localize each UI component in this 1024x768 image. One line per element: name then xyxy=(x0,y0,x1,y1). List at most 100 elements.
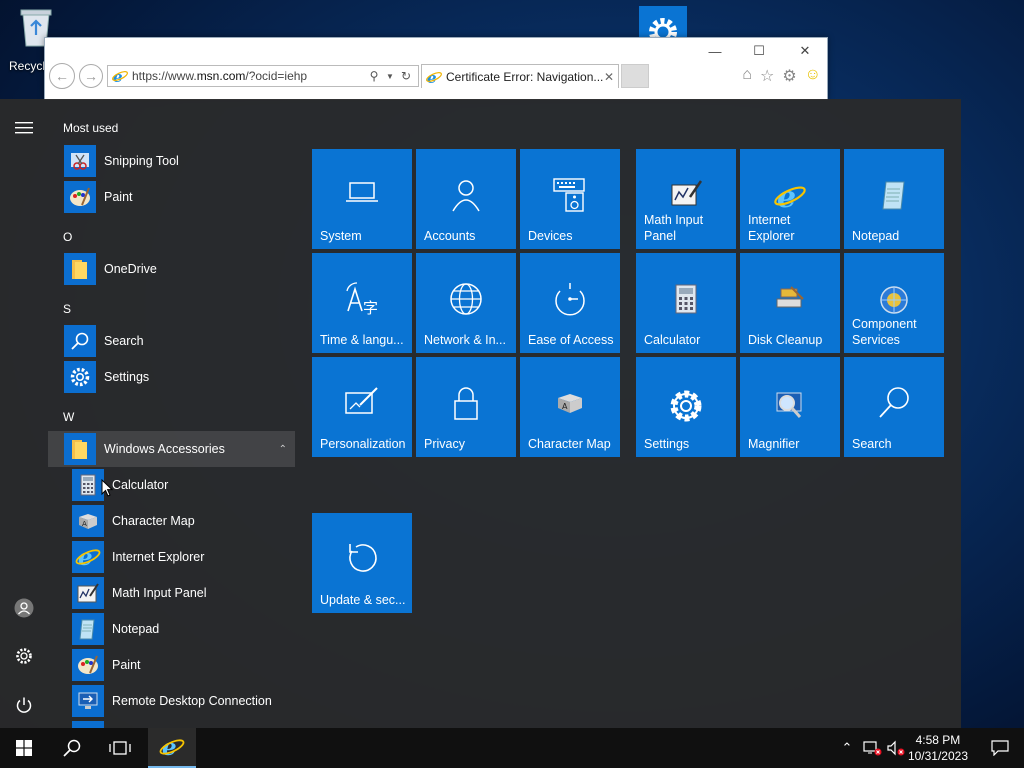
section-letter-o[interactable]: O xyxy=(63,230,72,244)
search-icon[interactable]: ⚲ xyxy=(366,69,382,83)
app-math-input-panel[interactable]: Math Input Panel xyxy=(72,577,298,609)
tile-update-security[interactable]: Update & sec... xyxy=(312,513,412,613)
tile-disk-cleanup[interactable]: Disk Cleanup xyxy=(740,253,840,353)
clock-date: 10/31/2023 xyxy=(907,749,968,763)
tile-settings[interactable]: Settings xyxy=(636,357,736,457)
app-paint-accessory[interactable]: Paint xyxy=(72,649,298,681)
network-status-button[interactable] xyxy=(860,728,884,768)
update-icon xyxy=(349,544,377,572)
settings-button[interactable] xyxy=(0,636,48,676)
tile-notepad[interactable]: Notepad xyxy=(844,149,944,249)
tile-component-services[interactable]: Component Services xyxy=(844,253,944,353)
chevron-up-icon: ⌃ xyxy=(841,740,853,755)
forward-arrow-icon: → xyxy=(84,68,98,84)
power-button[interactable] xyxy=(0,685,48,725)
minimize-icon: — xyxy=(708,43,722,59)
clock[interactable]: 4:58 PM 10/31/2023 xyxy=(908,732,968,764)
close-button[interactable]: ✕ xyxy=(793,42,817,60)
ie-icon: e xyxy=(774,180,806,213)
math-input-icon xyxy=(671,180,703,206)
tile-calculator[interactable]: Calculator xyxy=(636,253,736,353)
notepad-icon xyxy=(882,181,905,210)
app-paint[interactable]: Paint xyxy=(64,181,294,213)
tools-gear-icon[interactable]: ⚙ xyxy=(782,66,796,86)
calculator-icon xyxy=(72,469,104,501)
section-letter-s[interactable]: S xyxy=(63,302,71,316)
app-windows-accessories[interactable]: Windows Accessories ⌃ xyxy=(48,431,295,467)
section-letter-w[interactable]: W xyxy=(63,410,74,424)
navigation-bar: ← → e https://www.msn.com/?ocid=iehp ⚲ ▼… xyxy=(45,62,827,90)
close-tab-icon[interactable]: ✕ xyxy=(604,70,614,84)
app-settings[interactable]: Settings xyxy=(64,361,294,393)
app-list[interactable]: Most used Snipping Tool Paint O OneDrive… xyxy=(48,99,298,728)
app-notepad[interactable]: Notepad xyxy=(72,613,298,645)
internet-explorer-window[interactable]: — ☐ ✕ ← → e https://www.msn.com/?ocid=ie… xyxy=(44,37,828,100)
volume-button[interactable] xyxy=(884,728,908,768)
title-bar[interactable]: — ☐ ✕ xyxy=(45,38,827,64)
tile-system[interactable]: System xyxy=(312,149,412,249)
feedback-smiley-icon[interactable]: ☺ xyxy=(805,66,821,86)
browser-tab[interactable]: e Certificate Error: Navigation... ✕ xyxy=(421,64,619,88)
favorites-star-icon[interactable]: ☆ xyxy=(760,66,774,86)
taskbar-internet-explorer[interactable]: e xyxy=(148,728,196,768)
gear-icon xyxy=(16,648,32,664)
desktop-settings-shortcut[interactable] xyxy=(639,6,687,46)
ie-icon: e xyxy=(72,541,104,573)
user-account-button[interactable] xyxy=(0,588,48,628)
dropdown-icon[interactable]: ▼ xyxy=(382,72,398,81)
tile-personalization[interactable]: Personalization xyxy=(312,357,412,457)
back-button[interactable]: ← xyxy=(49,63,75,89)
tile-math-input-panel[interactable]: Math Input Panel xyxy=(636,149,736,249)
start-rail xyxy=(0,99,48,728)
task-view-button[interactable] xyxy=(96,728,144,768)
tile-network-internet[interactable]: Network & In... xyxy=(416,253,516,353)
forward-button[interactable]: → xyxy=(79,64,103,88)
lock-icon xyxy=(454,387,478,420)
ie-icon: e xyxy=(159,734,185,760)
network-disconnected-icon xyxy=(863,741,882,756)
tile-internet-explorer[interactable]: e Internet Explorer xyxy=(740,149,840,249)
start-menu: Most used Snipping Tool Paint O OneDrive… xyxy=(0,99,961,728)
search-icon xyxy=(64,325,96,357)
app-search[interactable]: Search xyxy=(64,325,294,357)
character-map-icon: A xyxy=(558,394,582,413)
app-internet-explorer[interactable]: e Internet Explorer xyxy=(72,541,298,573)
tile-privacy[interactable]: Privacy xyxy=(416,357,516,457)
clock-time: 4:58 PM xyxy=(915,733,961,747)
calculator-icon xyxy=(675,284,697,314)
ease-of-access-icon xyxy=(555,283,585,316)
minimize-button[interactable]: — xyxy=(703,42,727,60)
power-icon xyxy=(16,697,32,713)
person-icon xyxy=(452,180,480,212)
expand-menu-button[interactable] xyxy=(0,108,48,148)
ie-favicon-icon: e xyxy=(112,68,128,84)
tile-time-language[interactable]: 字 Time & langu... xyxy=(312,253,412,353)
tile-character-map[interactable]: A Character Map xyxy=(520,357,620,457)
close-icon: ✕ xyxy=(799,43,811,58)
app-remote-desktop-connection[interactable]: Remote Desktop Connection xyxy=(72,685,298,717)
task-view-icon xyxy=(109,741,131,755)
show-hidden-icons-button[interactable]: ⌃ xyxy=(836,728,858,768)
app-partial-item[interactable] xyxy=(72,721,298,728)
search-button[interactable] xyxy=(48,728,96,768)
tile-devices[interactable]: Devices xyxy=(520,149,620,249)
tile-search[interactable]: Search xyxy=(844,357,944,457)
app-character-map[interactable]: A Character Map xyxy=(72,505,298,537)
tile-ease-of-access[interactable]: Ease of Access xyxy=(520,253,620,353)
tile-magnifier[interactable]: Magnifier xyxy=(740,357,840,457)
math-input-icon xyxy=(72,577,104,609)
gear-icon xyxy=(649,18,677,46)
folder-icon xyxy=(64,253,96,285)
home-icon[interactable]: ⌂ xyxy=(742,66,752,86)
keyboard-speaker-icon xyxy=(553,178,585,212)
new-tab-button[interactable] xyxy=(621,64,649,88)
tile-accounts[interactable]: Accounts xyxy=(416,149,516,249)
app-snipping-tool[interactable]: Snipping Tool xyxy=(64,145,294,177)
maximize-button[interactable]: ☐ xyxy=(747,42,771,60)
refresh-icon[interactable]: ↻ xyxy=(398,69,414,83)
action-center-button[interactable] xyxy=(976,728,1024,768)
palette-icon xyxy=(72,649,104,681)
app-onedrive[interactable]: OneDrive xyxy=(64,253,294,285)
start-button[interactable] xyxy=(0,728,48,768)
address-bar[interactable]: e https://www.msn.com/?ocid=iehp ⚲ ▼ ↻ xyxy=(107,65,419,87)
